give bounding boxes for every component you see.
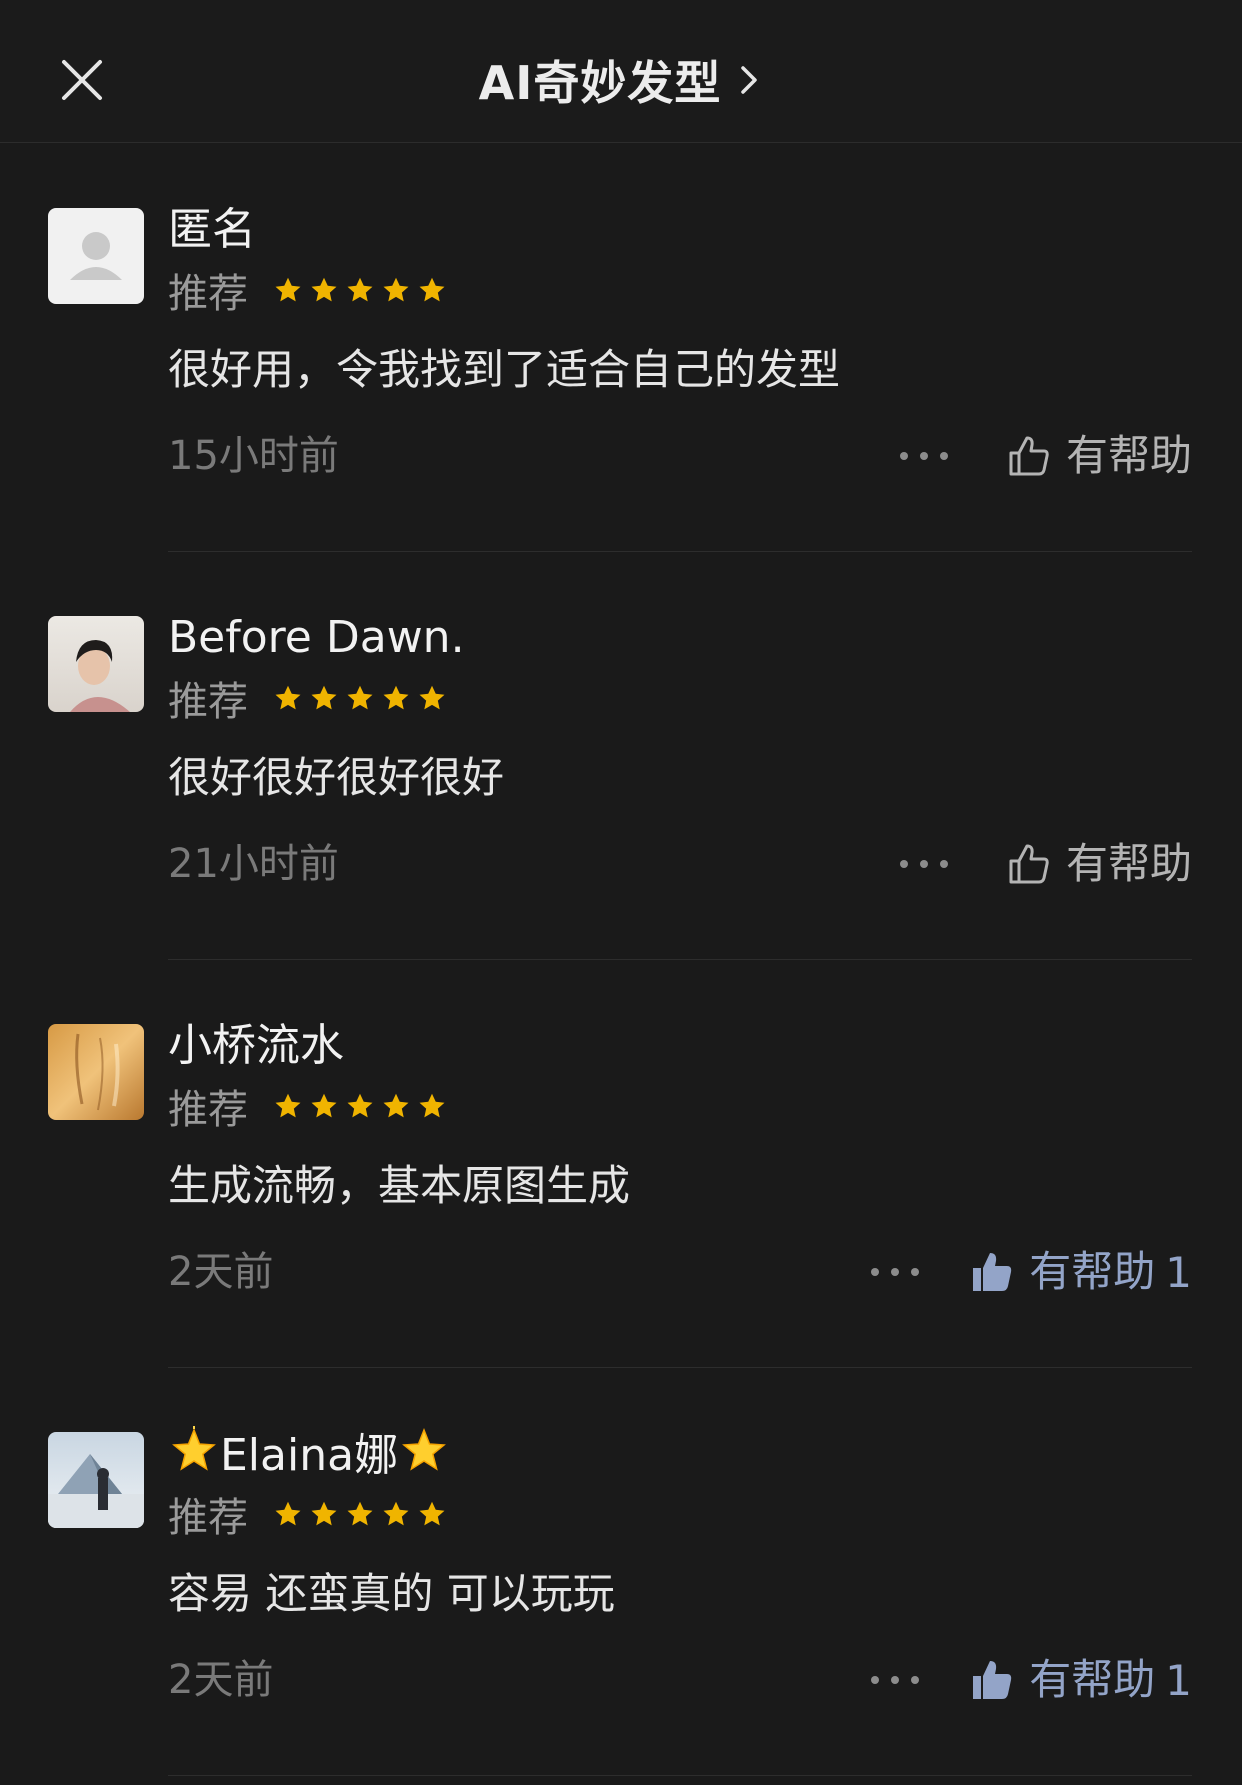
- divider: [168, 1775, 1192, 1776]
- reviewer-name-text: Elaina娜: [220, 1430, 399, 1481]
- review-list: 匿名 推荐 很好用，令我找到了适合自己的发型 15小时前 有帮助 Before …: [0, 144, 1242, 1776]
- helpful-button[interactable]: 有帮助 1: [969, 1240, 1192, 1304]
- thumbs-up-outline-icon: [1009, 436, 1049, 476]
- review-text: 容易 还蛮真的 可以玩玩: [168, 1569, 615, 1618]
- star-rating: [274, 276, 446, 304]
- star-icon: [311, 1501, 337, 1526]
- star-icon: [347, 1501, 373, 1526]
- star-icon: [419, 1501, 445, 1526]
- review-text: 生成流畅，基本原图生成: [168, 1161, 631, 1210]
- rating-label: 推荐: [168, 1087, 248, 1133]
- helpful-count: 1: [1165, 1247, 1192, 1297]
- star-icon: [311, 277, 337, 302]
- avatar[interactable]: [48, 208, 144, 304]
- review-item: 匿名 推荐 很好用，令我找到了适合自己的发型 15小时前 有帮助: [0, 144, 1242, 552]
- review-item: 小桥流水 推荐 生成流畅，基本原图生成 2天前 有帮助 1: [0, 960, 1242, 1368]
- star-icon: [383, 1501, 409, 1526]
- helpful-button[interactable]: 有帮助: [1006, 832, 1192, 896]
- more-options-button[interactable]: [900, 434, 948, 478]
- star-icon: [347, 685, 373, 710]
- more-dot: [920, 452, 928, 460]
- rating-row: 推荐: [168, 1082, 446, 1133]
- star-icon: [275, 685, 301, 710]
- more-options-button[interactable]: [871, 1658, 919, 1702]
- star-rating: [274, 684, 446, 712]
- helpful-count: 1: [1165, 1655, 1192, 1705]
- star-icon: [383, 685, 409, 710]
- rating-row: 推荐: [168, 1490, 446, 1541]
- glowing-star-icon: [402, 1427, 446, 1471]
- review-item: Elaina娜 推荐 容易 还蛮真的 可以玩玩 2天前 有帮助 1: [0, 1368, 1242, 1776]
- review-time: 2天前: [168, 1657, 274, 1703]
- avatar[interactable]: [48, 1432, 144, 1528]
- reviewer-name[interactable]: 小桥流水: [168, 1018, 344, 1074]
- rating-label: 推荐: [168, 271, 248, 317]
- reviewer-name[interactable]: Before Dawn.: [168, 610, 465, 666]
- more-dot: [911, 1676, 919, 1684]
- review-time: 21小时前: [168, 841, 339, 887]
- rating-row: 推荐: [168, 266, 446, 317]
- reviewer-name[interactable]: 匿名: [168, 202, 256, 258]
- star-icon: [419, 1093, 445, 1118]
- star-icon: [275, 1093, 301, 1118]
- more-dot: [920, 860, 928, 868]
- app-title-link[interactable]: AI奇妙发型: [0, 44, 1242, 116]
- review-item: Before Dawn. 推荐 很好很好很好很好 21小时前 有帮助: [0, 552, 1242, 960]
- more-dot: [940, 452, 948, 460]
- review-text: 很好用，令我找到了适合自己的发型: [168, 345, 841, 394]
- star-icon: [419, 685, 445, 710]
- helpful-button[interactable]: 有帮助 1: [969, 1648, 1192, 1712]
- helpful-button[interactable]: 有帮助: [1006, 424, 1192, 488]
- helpful-label: 有帮助: [1065, 839, 1192, 888]
- more-dot: [891, 1676, 899, 1684]
- thumbs-up-outline-icon: [1009, 844, 1049, 884]
- review-time: 15小时前: [168, 433, 339, 479]
- reviewer-name[interactable]: Elaina娜: [168, 1426, 450, 1484]
- star-icon: [347, 277, 373, 302]
- chevron-right-icon: [741, 66, 758, 94]
- star-rating: [274, 1500, 446, 1528]
- thumbs-up-filled-icon: [973, 1253, 1012, 1291]
- more-dot: [891, 1268, 899, 1276]
- star-rating: [274, 1092, 446, 1120]
- rating-label: 推荐: [168, 679, 248, 725]
- more-dot: [940, 860, 948, 868]
- more-dot: [900, 452, 908, 460]
- thumbs-up-filled-icon: [973, 1661, 1012, 1699]
- more-dot: [900, 860, 908, 868]
- rating-row: 推荐: [168, 674, 446, 725]
- glowing-star-icon: [172, 1426, 216, 1471]
- review-text: 很好很好很好很好: [168, 753, 505, 802]
- star-icon: [275, 1501, 301, 1526]
- star-icon: [311, 1093, 337, 1118]
- more-dot: [911, 1268, 919, 1276]
- helpful-label: 有帮助: [1065, 431, 1192, 480]
- star-icon: [311, 685, 337, 710]
- top-bar: AI奇妙发型: [0, 0, 1242, 143]
- star-icon: [383, 1093, 409, 1118]
- more-dot: [871, 1676, 879, 1684]
- avatar[interactable]: [48, 1024, 144, 1120]
- star-icon: [275, 277, 301, 302]
- helpful-label: 有帮助: [1029, 1247, 1156, 1296]
- star-icon: [347, 1093, 373, 1118]
- avatar[interactable]: [48, 616, 144, 712]
- more-options-button[interactable]: [900, 842, 948, 886]
- star-icon: [419, 277, 445, 302]
- page-title: AI奇妙发型: [478, 56, 722, 110]
- helpful-label: 有帮助: [1029, 1655, 1156, 1704]
- review-time: 2天前: [168, 1249, 274, 1295]
- more-options-button[interactable]: [871, 1250, 919, 1294]
- more-dot: [871, 1268, 879, 1276]
- rating-label: 推荐: [168, 1495, 248, 1541]
- star-icon: [383, 277, 409, 302]
